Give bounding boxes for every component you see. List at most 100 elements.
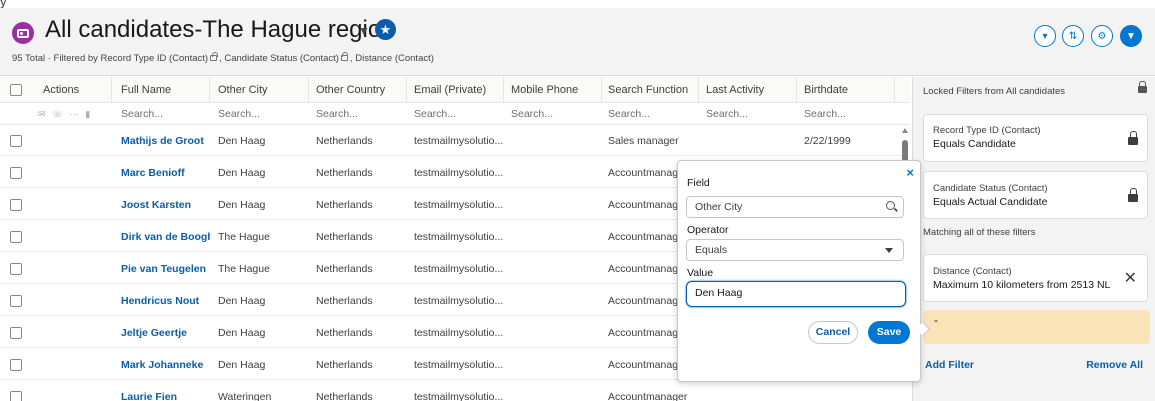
other-country-cell: Netherlands <box>316 231 373 243</box>
filter-card-distance[interactable]: Distance (Contact) Maximum 10 kilometers… <box>923 254 1148 302</box>
row-checkbox[interactable] <box>10 359 22 371</box>
row-checkbox[interactable] <box>10 231 22 243</box>
email-cell: testmailmysolutio... <box>414 295 504 307</box>
filter-field-label: Distance (Contact) <box>933 266 1012 277</box>
filter-edit-popover: × Field Other City Operator Equals Value… <box>677 160 921 382</box>
email-cell: testmailmysolutio... <box>414 391 504 401</box>
search-input[interactable]: Search... <box>799 103 895 125</box>
new-filter-card[interactable]: - <box>923 310 1150 344</box>
filter-panel: Locked Filters from All candidates Recor… <box>912 77 1155 401</box>
locked-filter-card: Candidate Status (Contact) Equals Actual… <box>923 171 1148 219</box>
sort-icon[interactable]: ⇅ <box>1062 25 1084 47</box>
value-input[interactable]: Den Haag <box>686 281 906 307</box>
field-picker[interactable]: Other City <box>686 196 904 218</box>
birthdate-cell <box>799 382 895 401</box>
select-all-checkbox[interactable] <box>10 84 22 96</box>
column-header-other-country[interactable]: Other Country <box>311 77 407 103</box>
search-icon <box>886 201 895 210</box>
row-checkbox[interactable] <box>10 295 22 307</box>
cancel-button[interactable]: Cancel <box>808 321 858 344</box>
filter-field-label: Candidate Status (Contact) <box>933 183 1048 194</box>
column-header-search-function[interactable]: Search Function <box>603 77 699 103</box>
search-input[interactable]: Search... <box>506 103 602 125</box>
add-filter-link[interactable]: Add Filter <box>925 359 974 371</box>
operator-select[interactable]: Equals <box>686 239 904 261</box>
table-row: Laurie Fien Wateringen Netherlands testmail… <box>0 382 905 401</box>
list-summary-part: , Candidate Status (Contact) <box>219 53 339 64</box>
last-activity-cell <box>701 126 797 156</box>
row-checkbox[interactable] <box>10 263 22 275</box>
other-country-cell: Netherlands <box>316 199 373 211</box>
email-cell: testmailmysolutio... <box>414 167 504 179</box>
close-icon[interactable]: × <box>906 165 914 180</box>
column-header-actions: Actions <box>38 77 112 103</box>
column-header-email[interactable]: Email (Private) <box>409 77 504 103</box>
search-input[interactable]: Search... <box>701 103 797 125</box>
email-cell: testmailmysolutio... <box>414 359 504 371</box>
column-header-mobile-phone[interactable]: Mobile Phone <box>506 77 602 103</box>
full-name-link[interactable]: Mathijs de Groot <box>116 126 210 156</box>
birthdate-cell: 2/22/1999 <box>804 135 851 147</box>
contact-card-icon <box>12 22 34 44</box>
search-input[interactable]: Search... <box>213 103 309 125</box>
full-name-link[interactable]: Joost Karsten <box>116 190 210 220</box>
row-checkbox[interactable] <box>10 167 22 179</box>
row-checkbox[interactable] <box>10 199 22 211</box>
list-view-picker-chevron-icon[interactable]: ▼ <box>358 24 370 38</box>
full-name-link[interactable]: Jeltje Geertje <box>116 318 210 348</box>
full-name-link[interactable]: Dirk van de Booghaard <box>116 222 210 252</box>
list-summary-part: 95 Total · Filtered by Record Type ID (C… <box>12 53 209 64</box>
action-icons[interactable]: ✉ ☏ ⋯ ▮ <box>38 103 92 125</box>
row-checkbox[interactable] <box>10 327 22 339</box>
full-name-link[interactable]: Laurie Fien <box>116 382 210 401</box>
operator-select-value: Equals <box>695 244 728 256</box>
column-header-birthdate[interactable]: Birthdate <box>799 77 895 103</box>
locked-filters-title: Locked Filters from All candidates <box>923 86 1066 97</box>
column-header-full-name[interactable]: Full Name <box>116 77 210 103</box>
field-picker-value: Other City <box>695 201 743 213</box>
full-name-link[interactable]: Mark Johanneke <box>116 350 210 380</box>
remove-filter-icon[interactable]: ✕ <box>1124 268 1137 288</box>
scroll-up-arrow-icon[interactable] <box>902 128 908 133</box>
list-summary: 95 Total · Filtered by Record Type ID (C… <box>12 52 434 64</box>
other-country-cell: Netherlands <box>316 327 373 339</box>
row-checkbox[interactable] <box>10 391 22 401</box>
lock-icon <box>1138 81 1147 93</box>
scroll-thumb[interactable] <box>902 140 908 162</box>
other-city-cell: The Hague <box>218 263 270 275</box>
full-name-link[interactable]: Pie van Teugelen <box>116 254 210 284</box>
other-country-cell: Netherlands <box>316 359 373 371</box>
favorite-star-icon[interactable]: ★ <box>375 19 396 40</box>
email-cell: testmailmysolutio... <box>414 231 504 243</box>
column-header-other-city[interactable]: Other City <box>213 77 309 103</box>
other-city-cell: Den Haag <box>218 359 266 371</box>
settings-gear-icon[interactable]: ⚙ <box>1091 25 1113 47</box>
other-city-cell: Den Haag <box>218 199 266 211</box>
list-view-controls-button[interactable]: ▾ <box>1034 25 1056 47</box>
search-input[interactable]: Search... <box>311 103 407 125</box>
mobile-phone-cell <box>506 254 602 284</box>
row-checkbox[interactable] <box>10 135 22 147</box>
search-input[interactable]: Search... <box>116 103 210 125</box>
other-country-cell: Netherlands <box>316 135 373 147</box>
mobile-phone-cell <box>506 286 602 316</box>
table-row: Mathijs de Groot Den Haag Netherlands testm… <box>0 126 905 156</box>
list-summary-part: , Distance (Contact) <box>349 53 434 64</box>
full-name-link[interactable]: Hendricus Nout <box>116 286 210 316</box>
email-cell: testmailmysolutio... <box>414 327 504 339</box>
filter-funnel-icon[interactable]: ▼ <box>1120 25 1142 47</box>
column-header-last-activity[interactable]: Last Activity <box>701 77 797 103</box>
other-city-cell: Den Haag <box>218 295 266 307</box>
other-country-cell: Netherlands <box>316 263 373 275</box>
chevron-down-icon <box>885 248 893 253</box>
search-input[interactable]: Search... <box>603 103 699 125</box>
other-country-cell: Netherlands <box>316 295 373 307</box>
remove-all-link[interactable]: Remove All <box>1086 359 1143 371</box>
save-button[interactable]: Save <box>868 321 910 344</box>
mobile-phone-cell <box>506 222 602 252</box>
filter-value: Equals Candidate <box>933 138 1016 150</box>
mobile-phone-cell <box>506 158 602 188</box>
lock-icon <box>1128 188 1138 202</box>
search-input[interactable]: Search... <box>409 103 504 125</box>
full-name-link[interactable]: Marc Benioff <box>116 158 210 188</box>
